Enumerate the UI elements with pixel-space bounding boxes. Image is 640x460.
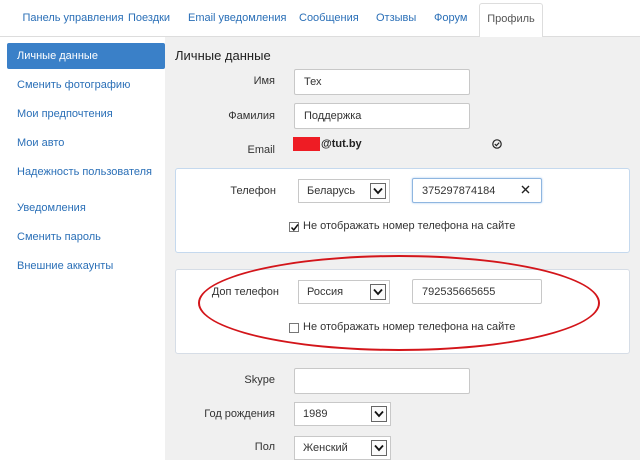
birth-year-label: Год рождения — [204, 408, 275, 420]
extra-phone-country-value: Россия — [307, 286, 344, 298]
sidebar-item-preferences[interactable]: Мои предпочтения — [7, 101, 165, 127]
email-value: @tut.by — [321, 138, 362, 150]
birth-year-select[interactable]: 1989 — [294, 402, 391, 426]
redacted-email-block — [293, 137, 320, 151]
sidebar: Личные данные Сменить фотографию Мои пре… — [0, 37, 165, 460]
birth-year-value: 1989 — [303, 408, 328, 420]
extra-phone-number-input[interactable]: 792535665655 — [412, 279, 542, 304]
tab-trips[interactable]: Поездки — [128, 0, 170, 37]
verified-check-icon — [492, 139, 502, 152]
gender-label: Пол — [254, 441, 275, 453]
phone-label: Телефон — [230, 185, 276, 197]
chevron-down-icon — [371, 406, 387, 422]
skype-label: Skype — [244, 374, 275, 386]
extra-phone-hide-checkbox[interactable] — [289, 323, 299, 333]
extra-phone-country-select[interactable]: Россия — [298, 280, 390, 304]
skype-input[interactable] — [294, 368, 470, 394]
extra-phone-panel: Доп телефон Россия 792535665655 Не отобр… — [175, 269, 630, 354]
tab-reviews[interactable]: Отзывы — [376, 0, 416, 37]
extra-phone-label: Доп телефон — [211, 286, 279, 298]
last-name-input[interactable]: Поддержка — [294, 103, 470, 129]
profile-form: Личные данные Имя Тех Фамилия Поддержка … — [165, 37, 640, 460]
first-name-input[interactable]: Тех — [294, 69, 470, 95]
last-name-label: Фамилия — [228, 110, 275, 122]
first-name-label: Имя — [253, 75, 275, 87]
phone-hide-label: Не отображать номер телефона на сайте — [303, 220, 516, 232]
phone-panel: Телефон Беларусь 375297874184 Не отображ… — [175, 168, 630, 253]
top-nav-tabs: Панель управления Поездки Email уведомле… — [0, 0, 640, 38]
page-title: Личные данные — [175, 48, 271, 63]
tab-profile[interactable]: Профиль — [479, 3, 543, 38]
sidebar-item-reliability[interactable]: Надежность пользователя — [7, 159, 165, 185]
sidebar-item-personal-data[interactable]: Личные данные — [7, 43, 165, 69]
chevron-down-icon — [371, 440, 387, 456]
sidebar-item-notifications[interactable]: Уведомления — [7, 195, 165, 221]
tab-forum[interactable]: Форум — [434, 0, 467, 37]
phone-hide-checkbox[interactable] — [289, 222, 299, 232]
phone-number-value: 375297874184 — [422, 185, 496, 197]
gender-select[interactable]: Женский — [294, 436, 391, 460]
phone-country-select[interactable]: Беларусь — [298, 179, 390, 203]
tab-messages[interactable]: Сообщения — [299, 0, 359, 37]
clear-icon[interactable] — [521, 185, 530, 197]
gender-value: Женский — [303, 442, 348, 454]
chevron-down-icon — [370, 284, 386, 300]
sidebar-item-external-accounts[interactable]: Внешние аккаунты — [7, 253, 165, 279]
sidebar-item-change-password[interactable]: Сменить пароль — [7, 224, 165, 250]
tab-email-notifications[interactable]: Email уведомления — [188, 0, 286, 37]
tab-dashboard[interactable]: Панель управления — [14, 0, 132, 37]
chevron-down-icon — [370, 183, 386, 199]
sidebar-item-change-photo[interactable]: Сменить фотографию — [7, 72, 165, 98]
extra-phone-number-value: 792535665655 — [422, 286, 496, 298]
phone-country-value: Беларусь — [307, 185, 356, 197]
sidebar-item-my-cars[interactable]: Мои авто — [7, 130, 165, 156]
email-label: Email — [247, 144, 275, 156]
extra-phone-hide-label: Не отображать номер телефона на сайте — [303, 321, 516, 333]
